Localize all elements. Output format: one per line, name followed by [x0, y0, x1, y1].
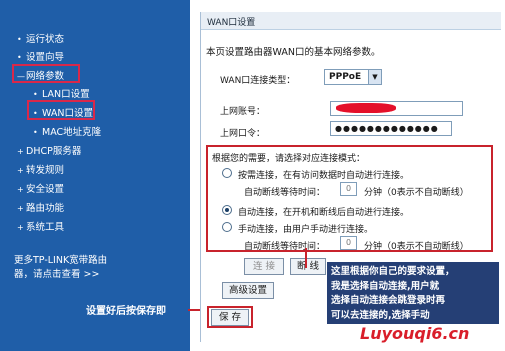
- callout-connector: [305, 248, 307, 268]
- disconnect-button[interactable]: 断 线: [290, 258, 326, 275]
- highlight-box-wan: [27, 100, 95, 120]
- sidebar-item-system-tools[interactable]: + 系统工具: [17, 219, 64, 233]
- connect-button[interactable]: 连 接: [244, 258, 284, 275]
- redaction-mark: [336, 103, 396, 113]
- callout-line-2: 我是选择自动连接,用户就: [331, 280, 440, 292]
- advanced-settings-button[interactable]: 高级设置: [222, 282, 274, 299]
- account-label: 上网账号：: [220, 107, 266, 117]
- watermark: Luyouqi6.cn: [360, 324, 470, 343]
- panel-title: WAN口设置: [201, 12, 501, 30]
- sidebar-item-wizard[interactable]: • 设置向导: [17, 49, 64, 63]
- mode-prompt: 根据您的需要，请选择对应连接模式：: [212, 154, 366, 164]
- sidebar-item-lan[interactable]: • LAN口设置: [33, 86, 90, 100]
- page-description: 本页设置路由器WAN口的基本网络参数。: [206, 47, 381, 58]
- password-input[interactable]: ●●●●●●●●●●●●●: [330, 121, 452, 136]
- promo-line-2: 器，请点击查看 >>: [14, 269, 100, 280]
- sidebar-item-routing[interactable]: + 路由功能: [17, 200, 64, 214]
- conn-type-select[interactable]: PPPoE ▼: [324, 69, 382, 85]
- promo-link[interactable]: 更多TP-LINK宽带路由 器，请点击查看 >>: [14, 254, 186, 282]
- mode-auto-label: 自动连接，在开机和断线后自动进行连接。: [238, 208, 410, 218]
- sidebar-item-security[interactable]: + 安全设置: [17, 181, 64, 195]
- save-button[interactable]: 保 存: [211, 309, 249, 326]
- sidebar-item-dhcp[interactable]: + DHCP服务器: [17, 143, 81, 157]
- sidebar: • 运行状态 • 设置向导 —网络参数 • LAN口设置 • WAN口设置 • MAC地址…: [0, 0, 190, 351]
- conn-type-value: PPPoE: [329, 72, 362, 82]
- callout-line-1: 这里根据你自己的要求设置，: [331, 266, 455, 277]
- save-annotation: 设置好后按保存即: [86, 306, 166, 317]
- sidebar-item-status[interactable]: • 运行状态: [17, 31, 64, 45]
- radio-auto[interactable]: [222, 205, 232, 215]
- idle-unit-1: 分钟（0表示不自动断线）: [364, 188, 469, 198]
- radio-on-demand[interactable]: [222, 168, 232, 178]
- idle-unit-2: 分钟（0表示不自动断线）: [364, 242, 469, 252]
- callout-line-3: 选择自动连接会跳登录时再: [331, 295, 446, 306]
- idle-label-2: 自动断线等待时间：: [244, 242, 326, 252]
- callout-text: 这里根据你自己的要求设置， 我是选择自动连接,用户就 选择自动连接会跳登录时再 …: [331, 265, 499, 323]
- idle-input-2[interactable]: 0: [340, 236, 357, 250]
- mode-manual-label: 手动连接，由用户手动进行连接。: [238, 225, 374, 235]
- idle-label-1: 自动断线等待时间：: [244, 188, 326, 198]
- password-label: 上网口令：: [220, 129, 266, 139]
- callout-line-4: 可以去连接的,选择手动: [331, 309, 430, 321]
- conn-type-label: WAN口连接类型：: [220, 76, 296, 86]
- idle-input-1[interactable]: 0: [340, 182, 357, 196]
- radio-manual[interactable]: [222, 222, 232, 232]
- promo-line-1: 更多TP-LINK宽带路由: [14, 255, 108, 266]
- sidebar-item-forwarding[interactable]: + 转发规则: [17, 162, 64, 176]
- chevron-down-icon[interactable]: ▼: [368, 70, 381, 84]
- highlight-box-network: [12, 64, 80, 83]
- mode-on-demand-label: 按需连接，在有访问数据时自动进行连接。: [238, 171, 410, 181]
- sidebar-item-mac-clone[interactable]: • MAC地址克隆: [33, 124, 101, 138]
